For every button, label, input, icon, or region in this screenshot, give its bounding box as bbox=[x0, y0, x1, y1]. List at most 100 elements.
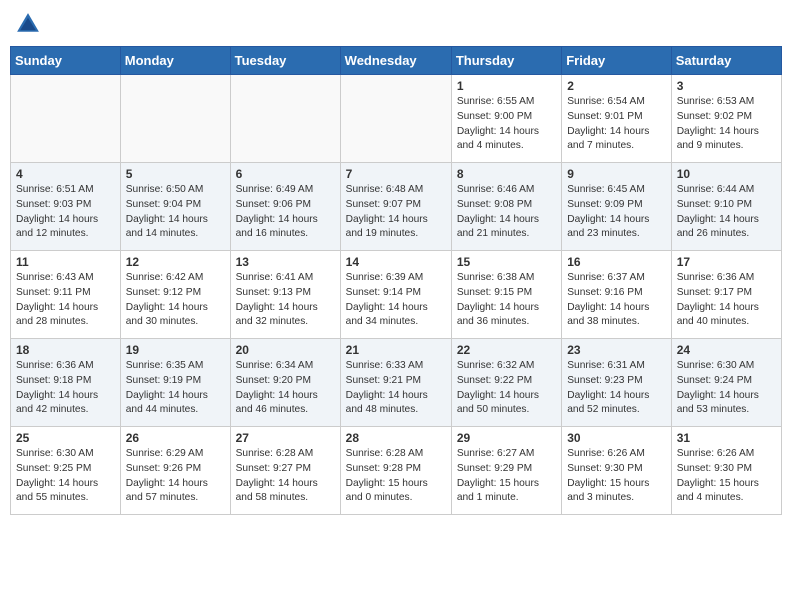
day-info: Sunrise: 6:32 AMSunset: 9:22 PMDaylight:… bbox=[457, 359, 556, 418]
day-number: 24 bbox=[677, 343, 776, 357]
day-number: 17 bbox=[677, 255, 776, 269]
day-number: 12 bbox=[126, 255, 225, 269]
day-info: Sunrise: 6:33 AMSunset: 9:21 PMDaylight:… bbox=[346, 359, 446, 418]
weekday-header-thursday: Thursday bbox=[451, 47, 561, 75]
day-number: 21 bbox=[346, 343, 446, 357]
calendar-cell: 2Sunrise: 6:54 AMSunset: 9:01 PMDaylight… bbox=[562, 75, 671, 163]
day-number: 26 bbox=[126, 431, 225, 445]
day-number: 1 bbox=[457, 79, 556, 93]
calendar-cell: 11Sunrise: 6:43 AMSunset: 9:11 PMDayligh… bbox=[11, 251, 121, 339]
day-info: Sunrise: 6:37 AMSunset: 9:16 PMDaylight:… bbox=[567, 271, 665, 330]
day-number: 22 bbox=[457, 343, 556, 357]
day-info: Sunrise: 6:26 AMSunset: 9:30 PMDaylight:… bbox=[567, 447, 665, 506]
calendar-cell: 22 Sunrise: 6:32 AMSunset: 9:22 PMDayligh… bbox=[451, 339, 561, 427]
calendar-cell: 9 Sunrise: 6:45 AMSunset: 9:09 PMDaylight… bbox=[562, 163, 671, 251]
day-info: Sunrise: 6:28 AMSunset: 9:28 PMDaylight:… bbox=[346, 447, 446, 506]
day-info: Sunrise: 6:42 AMSunset: 9:12 PMDaylight:… bbox=[126, 271, 225, 330]
calendar-cell: 18 Sunrise: 6:36 AMSunset: 9:18 PMDayligh… bbox=[11, 339, 121, 427]
calendar-table: SundayMondayTuesdayWednesdayThursdayFrid… bbox=[10, 46, 782, 515]
day-info: Sunrise: 6:55 AMSunset: 9:00 PMDaylight:… bbox=[457, 95, 556, 154]
weekday-header-tuesday: Tuesday bbox=[230, 47, 340, 75]
day-number: 13 bbox=[236, 255, 335, 269]
day-number: 25 bbox=[16, 431, 115, 445]
calendar-cell: 12 Sunrise: 6:42 AMSunset: 9:12 PMDayligh… bbox=[120, 251, 230, 339]
day-number: 10 bbox=[677, 167, 776, 181]
day-number: 30 bbox=[567, 431, 665, 445]
weekday-header-sunday: Sunday bbox=[11, 47, 121, 75]
weekday-header-friday: Friday bbox=[562, 47, 671, 75]
day-info: Sunrise: 6:36 AMSunset: 9:17 PMDaylight:… bbox=[677, 271, 776, 330]
day-info: Sunrise: 6:26 AMSunset: 9:30 PMDaylight:… bbox=[677, 447, 776, 506]
calendar-cell: 20 Sunrise: 6:34 AMSunset: 9:20 PMDayligh… bbox=[230, 339, 340, 427]
calendar-cell: 31 Sunrise: 6:26 AMSunset: 9:30 PMDayligh… bbox=[671, 427, 781, 515]
weekday-header-saturday: Saturday bbox=[671, 47, 781, 75]
calendar-body: 1 Sunrise: 6:55 AMSunset: 9:00 PMDaylight… bbox=[11, 75, 782, 515]
day-info: Sunrise: 6:29 AMSunset: 9:26 PMDaylight:… bbox=[126, 447, 225, 506]
day-info: Sunrise: 6:50 AMSunset: 9:04 PMDaylight:… bbox=[126, 183, 225, 242]
day-info: Sunrise: 6:28 AMSunset: 9:27 PMDaylight:… bbox=[236, 447, 335, 506]
day-info: Sunrise: 6:41 AMSunset: 9:13 PMDaylight:… bbox=[236, 271, 335, 330]
calendar-cell bbox=[340, 75, 451, 163]
calendar-week-row: 4 Sunrise: 6:51 AMSunset: 9:03 PMDaylight… bbox=[11, 163, 782, 251]
day-info: Sunrise: 6:34 AMSunset: 9:20 PMDaylight:… bbox=[236, 359, 335, 418]
day-info: Sunrise: 6:36 AMSunset: 9:18 PMDaylight:… bbox=[16, 359, 115, 418]
calendar-cell: 17 Sunrise: 6:36 AMSunset: 9:17 PMDayligh… bbox=[671, 251, 781, 339]
calendar-week-row: 1 Sunrise: 6:55 AMSunset: 9:00 PMDaylight… bbox=[11, 75, 782, 163]
day-number: 3 bbox=[677, 79, 776, 93]
day-number: 9 bbox=[567, 167, 665, 181]
day-number: 19 bbox=[126, 343, 225, 357]
day-number: 31 bbox=[677, 431, 776, 445]
day-info: Sunrise: 6:27 AMSunset: 9:29 PMDaylight:… bbox=[457, 447, 556, 506]
day-number: 20 bbox=[236, 343, 335, 357]
calendar-cell: 7 Sunrise: 6:48 AMSunset: 9:07 PMDaylight… bbox=[340, 163, 451, 251]
weekday-header-wednesday: Wednesday bbox=[340, 47, 451, 75]
calendar-cell: 5 Sunrise: 6:50 AMSunset: 9:04 PMDaylight… bbox=[120, 163, 230, 251]
logo-icon bbox=[14, 10, 42, 38]
day-number: 28 bbox=[346, 431, 446, 445]
day-info: Sunrise: 6:51 AMSunset: 9:03 PMDaylight:… bbox=[16, 183, 115, 242]
day-info: Sunrise: 6:54 AMSunset: 9:01 PMDaylight:… bbox=[567, 95, 665, 154]
calendar-cell: 27 Sunrise: 6:28 AMSunset: 9:27 PMDayligh… bbox=[230, 427, 340, 515]
day-number: 7 bbox=[346, 167, 446, 181]
weekday-header-monday: Monday bbox=[120, 47, 230, 75]
day-number: 14 bbox=[346, 255, 446, 269]
day-info: Sunrise: 6:53 AMSunset: 9:02 PMDaylight:… bbox=[677, 95, 776, 154]
day-info: Sunrise: 6:39 AMSunset: 9:14 PMDaylight:… bbox=[346, 271, 446, 330]
day-info: Sunrise: 6:45 AMSunset: 9:09 PMDaylight:… bbox=[567, 183, 665, 242]
calendar-week-row: 25 Sunrise: 6:30 AMSunset: 9:25 PMDayligh… bbox=[11, 427, 782, 515]
calendar-cell: 26 Sunrise: 6:29 AMSunset: 9:26 PMDayligh… bbox=[120, 427, 230, 515]
calendar-cell: 16 Sunrise: 6:37 AMSunset: 9:16 PMDayligh… bbox=[562, 251, 671, 339]
calendar-cell: 15Sunrise: 6:38 AMSunset: 9:15 PMDayligh… bbox=[451, 251, 561, 339]
calendar-cell: 19Sunrise: 6:35 AMSunset: 9:19 PMDayligh… bbox=[120, 339, 230, 427]
calendar-cell: 30 Sunrise: 6:26 AMSunset: 9:30 PMDayligh… bbox=[562, 427, 671, 515]
calendar-week-row: 11Sunrise: 6:43 AMSunset: 9:11 PMDayligh… bbox=[11, 251, 782, 339]
calendar-cell bbox=[120, 75, 230, 163]
day-number: 15 bbox=[457, 255, 556, 269]
day-number: 4 bbox=[16, 167, 115, 181]
calendar-cell: 3 Sunrise: 6:53 AMSunset: 9:02 PMDaylight… bbox=[671, 75, 781, 163]
calendar-cell: 13 Sunrise: 6:41 AMSunset: 9:13 PMDayligh… bbox=[230, 251, 340, 339]
calendar-cell: 21 Sunrise: 6:33 AMSunset: 9:21 PMDayligh… bbox=[340, 339, 451, 427]
calendar-cell bbox=[11, 75, 121, 163]
calendar-cell: 10 Sunrise: 6:44 AMSunset: 9:10 PMDayligh… bbox=[671, 163, 781, 251]
calendar-cell: 23Sunrise: 6:31 AMSunset: 9:23 PMDayligh… bbox=[562, 339, 671, 427]
day-number: 23 bbox=[567, 343, 665, 357]
day-number: 18 bbox=[16, 343, 115, 357]
day-info: Sunrise: 6:30 AMSunset: 9:24 PMDaylight:… bbox=[677, 359, 776, 418]
calendar-cell: 4 Sunrise: 6:51 AMSunset: 9:03 PMDaylight… bbox=[11, 163, 121, 251]
calendar-cell: 1 Sunrise: 6:55 AMSunset: 9:00 PMDaylight… bbox=[451, 75, 561, 163]
day-info: Sunrise: 6:44 AMSunset: 9:10 PMDaylight:… bbox=[677, 183, 776, 242]
day-number: 27 bbox=[236, 431, 335, 445]
day-number: 5 bbox=[126, 167, 225, 181]
day-info: Sunrise: 6:30 AMSunset: 9:25 PMDaylight:… bbox=[16, 447, 115, 506]
calendar-cell bbox=[230, 75, 340, 163]
calendar-cell: 29Sunrise: 6:27 AMSunset: 9:29 PMDayligh… bbox=[451, 427, 561, 515]
calendar-cell: 14 Sunrise: 6:39 AMSunset: 9:14 PMDayligh… bbox=[340, 251, 451, 339]
day-number: 8 bbox=[457, 167, 556, 181]
day-info: Sunrise: 6:48 AMSunset: 9:07 PMDaylight:… bbox=[346, 183, 446, 242]
day-number: 16 bbox=[567, 255, 665, 269]
calendar-cell: 6Sunrise: 6:49 AMSunset: 9:06 PMDaylight… bbox=[230, 163, 340, 251]
calendar-cell: 24 Sunrise: 6:30 AMSunset: 9:24 PMDayligh… bbox=[671, 339, 781, 427]
calendar-cell: 8Sunrise: 6:46 AMSunset: 9:08 PMDaylight… bbox=[451, 163, 561, 251]
calendar-cell: 28 Sunrise: 6:28 AMSunset: 9:28 PMDayligh… bbox=[340, 427, 451, 515]
